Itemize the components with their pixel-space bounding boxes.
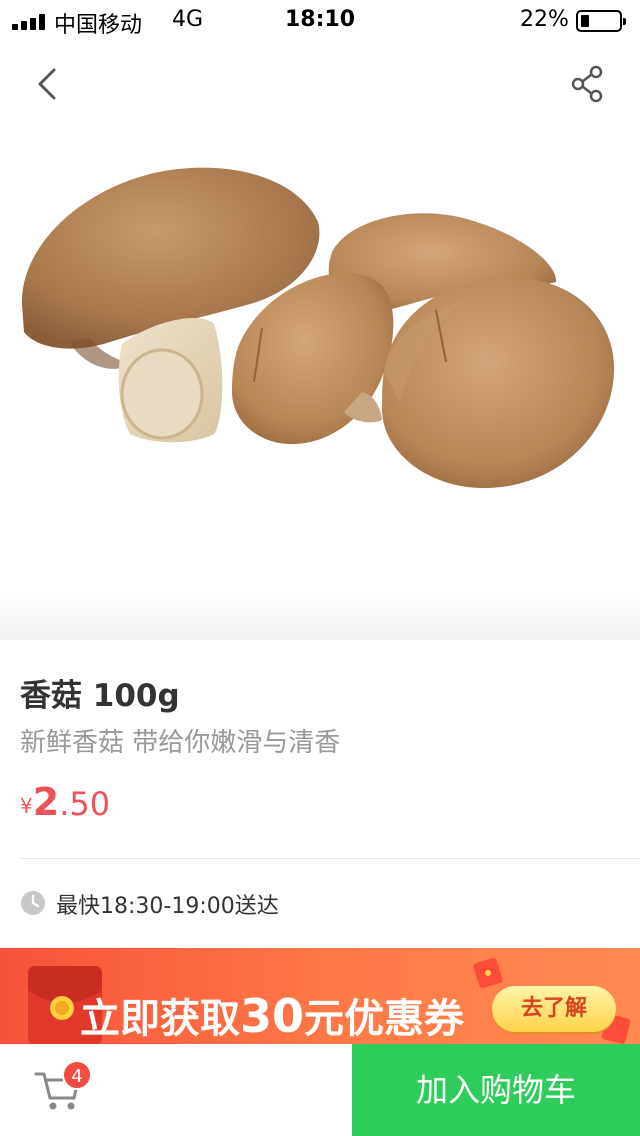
bottom-bar: 4 加入购物车 [0, 1044, 640, 1136]
chevron-left-icon [38, 68, 56, 100]
share-button[interactable] [566, 62, 610, 106]
cart-button[interactable]: 4 [0, 1044, 352, 1136]
shiitake-mushrooms-image [21, 167, 615, 489]
coupon-suffix: 元优惠券 [304, 996, 465, 1042]
price-integer: 2 [32, 780, 60, 824]
product-price: ¥2.50 [20, 780, 110, 824]
small-red-packet-icon [473, 957, 503, 989]
share-icon [571, 65, 603, 103]
coupon-amount: 30 [240, 989, 305, 1043]
price-currency: ¥ [20, 794, 33, 818]
product-subtitle: 新鲜香菇 带给你嫩滑与清香 [20, 728, 341, 758]
product-image [0, 42, 640, 640]
delivery-time: 最快18:30-19:00送达 [56, 894, 279, 919]
cart-count-badge: 4 [62, 1060, 92, 1090]
battery-icon [576, 10, 626, 32]
coupon-banner[interactable]: 立即获取30元优惠券 去了解 [0, 948, 640, 1044]
add-to-cart-button[interactable]: 加入购物车 [352, 1044, 640, 1136]
coupon-prefix: 立即获取 [80, 996, 240, 1042]
product-info: 香菇 100g 新鲜香菇 带给你嫩滑与清香 ¥2.50 最快18:30-19:0… [0, 640, 640, 950]
divider [20, 858, 640, 859]
learn-more-button[interactable]: 去了解 [492, 986, 616, 1032]
status-bar: 中国移动 4G 18:10 22% [0, 0, 640, 42]
product-title: 香菇 100g [20, 678, 180, 714]
clock-icon [21, 891, 45, 915]
back-button[interactable] [24, 60, 68, 108]
battery-percentage: 22% [520, 7, 569, 32]
price-decimal: .50 [59, 785, 111, 823]
coupon-text: 立即获取30元优惠券 [80, 986, 464, 1044]
image-fade [0, 590, 640, 640]
